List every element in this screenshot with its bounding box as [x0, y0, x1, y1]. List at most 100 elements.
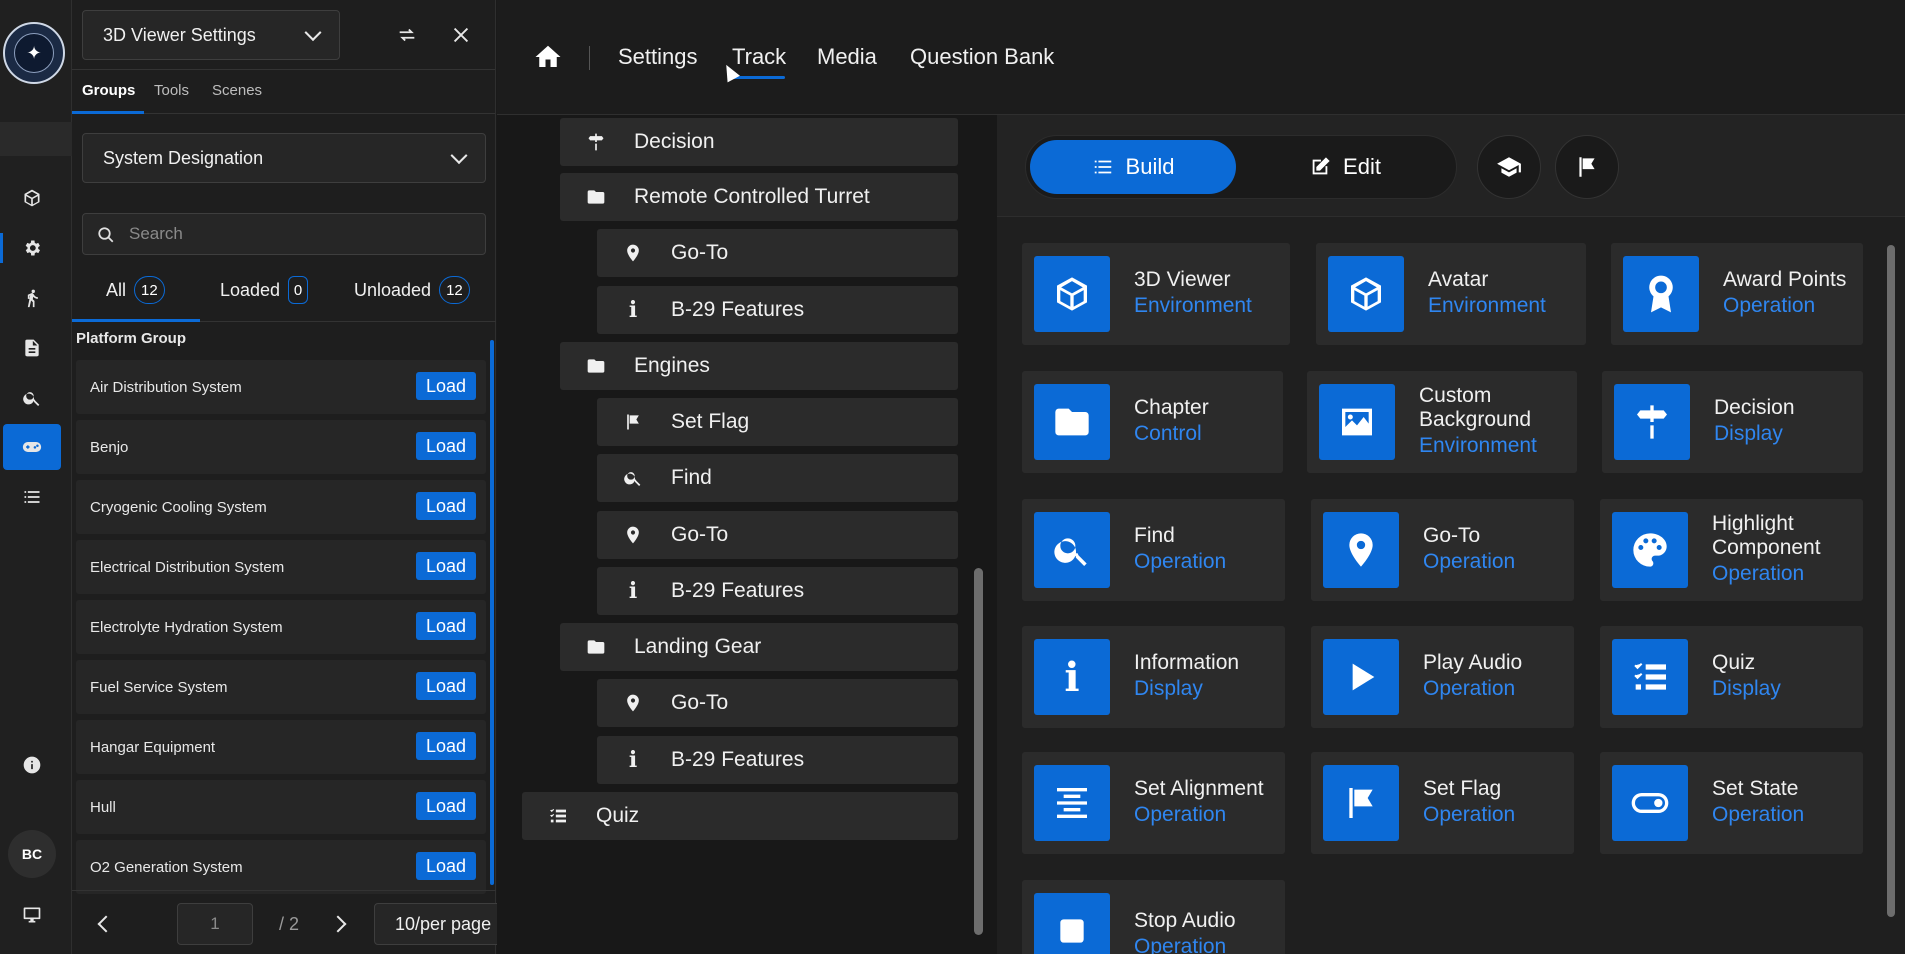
- walking-person-icon[interactable]: [3, 275, 61, 321]
- group-list-scrollbar[interactable]: [490, 340, 494, 885]
- tree-item-label: B-29 Features: [671, 298, 805, 321]
- card-name: Go-To: [1423, 524, 1481, 547]
- refresh-icon[interactable]: [392, 20, 422, 50]
- tree-item-label: Go-To: [671, 523, 729, 546]
- tree-item-label: B-29 Features: [671, 579, 805, 602]
- component-card-stop-audio[interactable]: Stop Audio Operation: [1022, 880, 1285, 954]
- edit-button[interactable]: Edit: [1240, 140, 1450, 194]
- load-filter-tabs: All 12 Loaded 0 Unloaded 12: [72, 262, 496, 322]
- flag-icon[interactable]: [1555, 135, 1619, 199]
- load-button[interactable]: Load: [416, 792, 476, 820]
- location-pin-icon: [621, 693, 645, 713]
- search-field[interactable]: [82, 213, 486, 255]
- tree-folder-engines[interactable]: Engines: [560, 342, 958, 390]
- load-button[interactable]: Load: [416, 852, 476, 880]
- component-card-set-state[interactable]: Set State Operation: [1600, 752, 1863, 854]
- tree-item-set-flag[interactable]: Set Flag: [597, 398, 958, 446]
- system-designation-dropdown[interactable]: System Designation: [82, 133, 486, 183]
- viewer-settings-label: 3D Viewer Settings: [103, 24, 256, 45]
- component-card-highlight-component[interactable]: Highlight Component Operation: [1600, 499, 1863, 601]
- graduation-cap-icon[interactable]: [1477, 135, 1541, 199]
- next-page-icon[interactable]: [329, 915, 347, 933]
- load-button[interactable]: Load: [416, 732, 476, 760]
- nav-media[interactable]: Media: [817, 44, 877, 70]
- chevron-down-icon: [450, 147, 468, 165]
- list-item: Electrolyte Hydration System Load: [76, 600, 486, 654]
- search-input[interactable]: [129, 214, 469, 254]
- component-card-decision[interactable]: Decision Display: [1602, 371, 1863, 473]
- item-name: O2 Generation System: [90, 858, 243, 876]
- filter-unloaded[interactable]: Unloaded 12: [354, 276, 470, 304]
- close-icon[interactable]: [446, 20, 476, 50]
- load-button[interactable]: Load: [416, 372, 476, 400]
- card-category: Operation: [1423, 803, 1516, 826]
- card-name: Decision: [1714, 396, 1795, 419]
- card-category: Operation: [1134, 803, 1227, 826]
- item-name: Cryogenic Cooling System: [90, 498, 267, 516]
- tree-folder-remote-controlled-turret[interactable]: Remote Controlled Turret: [560, 173, 958, 221]
- component-card-award-points[interactable]: Award Points Operation: [1611, 243, 1863, 345]
- cube-icon[interactable]: [3, 175, 61, 221]
- group-list: Air Distribution System Load Benjo Load Cr…: [76, 360, 486, 900]
- signpost-icon: [584, 132, 608, 152]
- tab-tools[interactable]: Tools: [154, 82, 189, 99]
- component-card-custom-background[interactable]: Custom Background Environment: [1307, 371, 1577, 473]
- info-icon: i: [628, 578, 638, 604]
- viewer-settings-dropdown[interactable]: 3D Viewer Settings: [82, 10, 340, 60]
- component-card-avatar[interactable]: Avatar Environment: [1316, 243, 1586, 345]
- card-name: Custom Background: [1419, 384, 1532, 431]
- gear-icon[interactable]: [0, 225, 61, 271]
- filter-loaded[interactable]: Loaded 0: [220, 276, 309, 304]
- pagination: 1 / 2 10/per page: [72, 890, 546, 954]
- tree-item-decision[interactable]: Decision: [560, 118, 958, 166]
- list-icon[interactable]: [3, 474, 61, 520]
- info-icon[interactable]: [3, 742, 61, 788]
- component-card-information[interactable]: i Information Display: [1022, 626, 1285, 728]
- tree-item-find[interactable]: Find: [597, 454, 958, 502]
- tree-item-go-to[interactable]: Go-To: [597, 511, 958, 559]
- component-card-find[interactable]: Find Operation: [1022, 499, 1285, 601]
- tree-item-go-to[interactable]: Go-To: [597, 229, 958, 277]
- tree-item-go-to[interactable]: Go-To: [597, 679, 958, 727]
- load-button[interactable]: Load: [416, 612, 476, 640]
- component-card-quiz[interactable]: Quiz Display: [1600, 626, 1863, 728]
- gamepad-icon[interactable]: [3, 424, 61, 470]
- monitor-icon[interactable]: [3, 892, 61, 938]
- load-button[interactable]: Load: [416, 552, 476, 580]
- nav-question-bank[interactable]: Question Bank: [910, 44, 1054, 70]
- search-icon[interactable]: [3, 375, 61, 421]
- card-name: 3D Viewer: [1134, 268, 1231, 291]
- active-filter-indicator: [72, 319, 200, 322]
- document-icon[interactable]: [3, 325, 61, 371]
- avatar[interactable]: BC: [8, 830, 56, 878]
- tab-groups[interactable]: Groups: [82, 82, 135, 99]
- tree-folder-landing-gear[interactable]: Landing Gear: [560, 623, 958, 671]
- component-card-go-to[interactable]: Go-To Operation: [1311, 499, 1574, 601]
- filter-all[interactable]: All 12: [106, 276, 165, 304]
- tree-scrollbar[interactable]: [974, 568, 983, 935]
- component-card-set-alignment[interactable]: Set Alignment Operation: [1022, 752, 1285, 854]
- tree-item-b29-features[interactable]: i B-29 Features: [597, 567, 958, 615]
- load-button[interactable]: Load: [416, 432, 476, 460]
- component-card-set-flag[interactable]: Set Flag Operation: [1311, 752, 1574, 854]
- load-button[interactable]: Load: [416, 492, 476, 520]
- active-tab-indicator: [72, 111, 144, 114]
- component-card-3d-viewer[interactable]: 3D Viewer Environment: [1022, 243, 1290, 345]
- component-card-play-audio[interactable]: Play Audio Operation: [1311, 626, 1574, 728]
- tree-item-b29-features[interactable]: i B-29 Features: [597, 736, 958, 784]
- prev-page-icon[interactable]: [97, 915, 115, 933]
- component-card-chapter[interactable]: Chapter Control: [1022, 371, 1283, 473]
- tab-scenes[interactable]: Scenes: [212, 82, 262, 99]
- workspace-scrollbar[interactable]: [1887, 245, 1895, 917]
- tree-item-quiz[interactable]: Quiz: [522, 792, 958, 840]
- tree-item-b29-features[interactable]: i B-29 Features: [597, 286, 958, 334]
- build-button[interactable]: Build: [1030, 140, 1236, 194]
- card-category: Operation: [1423, 677, 1516, 700]
- nav-track[interactable]: Track: [732, 44, 786, 70]
- app-logo: ✦: [3, 22, 65, 84]
- home-icon[interactable]: [533, 42, 563, 72]
- nav-settings[interactable]: Settings: [618, 44, 698, 70]
- page-input[interactable]: 1: [177, 903, 253, 945]
- load-button[interactable]: Load: [416, 672, 476, 700]
- location-pin-icon: [1323, 512, 1399, 588]
